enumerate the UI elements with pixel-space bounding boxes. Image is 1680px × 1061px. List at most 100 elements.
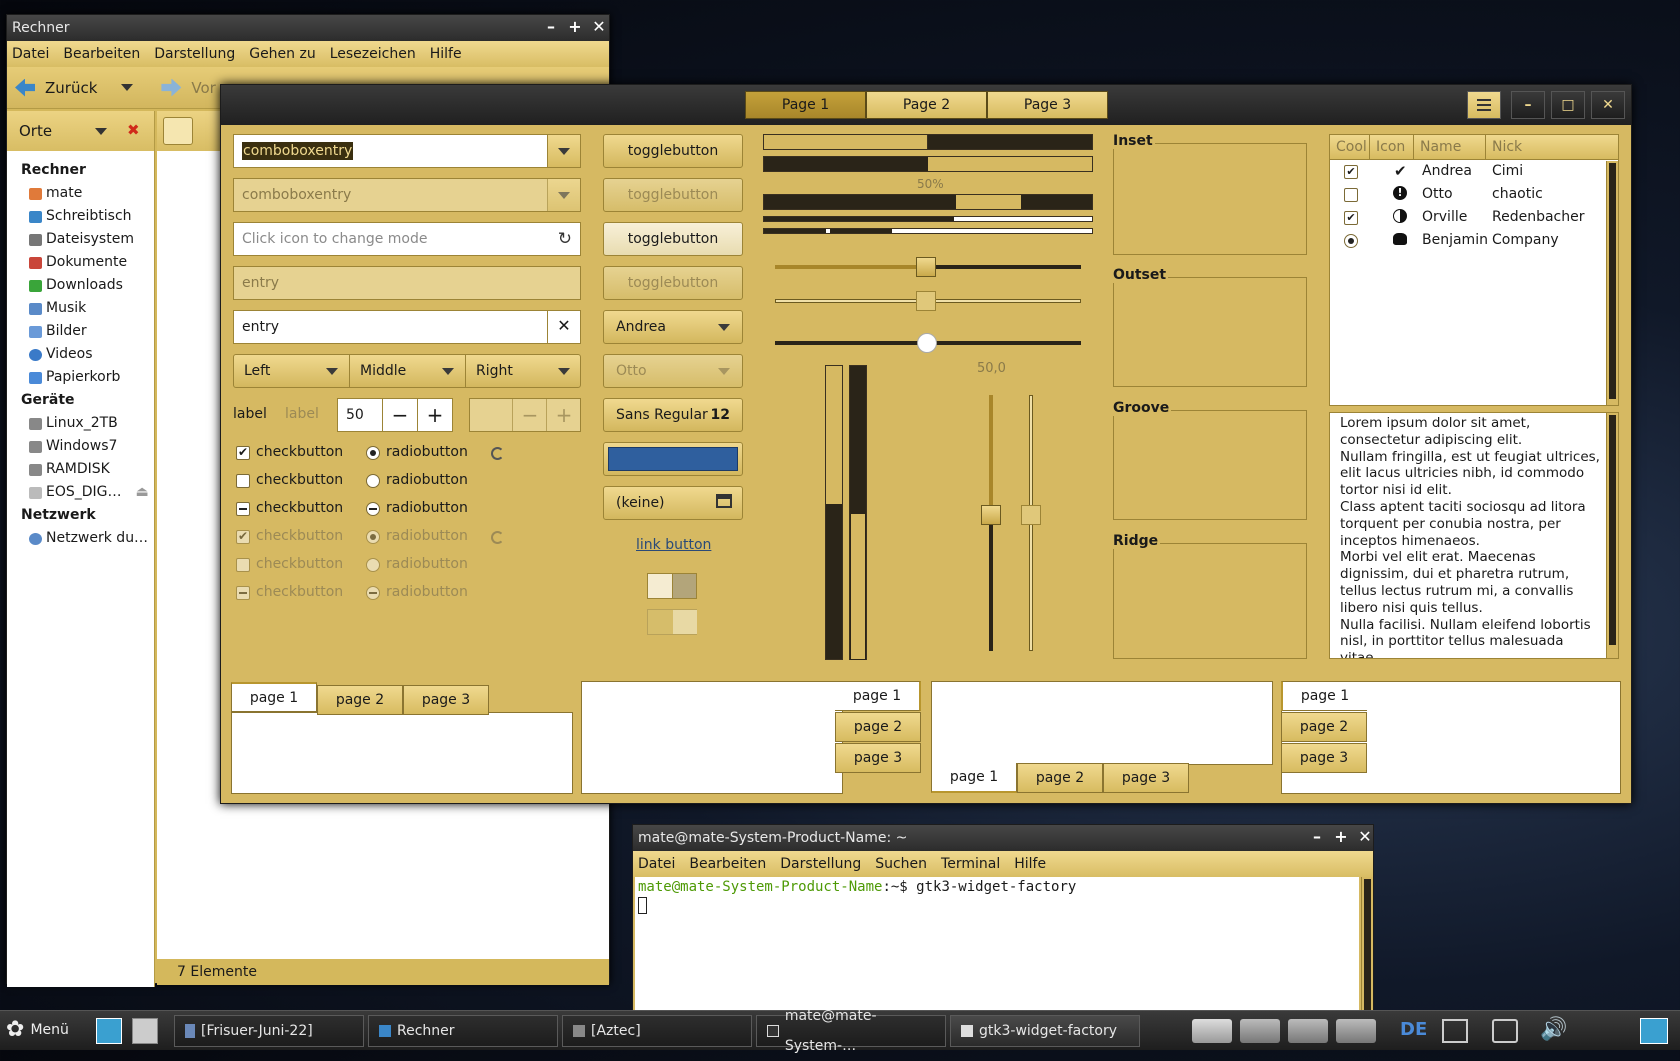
sidebar-item-ramdisk[interactable]: RAMDISK — [21, 458, 154, 481]
text-scrollbar[interactable] — [1606, 413, 1618, 658]
radio-mixed[interactable] — [366, 502, 380, 516]
menu-darstellung[interactable]: Darstellung — [780, 856, 861, 872]
tab-page3[interactable]: page 3 — [835, 743, 921, 773]
menu-gehen-zu[interactable]: Gehen zu — [249, 46, 316, 62]
tab-page3[interactable]: page 3 — [403, 685, 489, 715]
checkbutton-label[interactable]: checkbutton — [256, 500, 343, 516]
sidebar-item-papierkorb[interactable]: Papierkorb — [21, 366, 154, 389]
close-icon[interactable]: ✕ — [591, 19, 607, 36]
fm-titlebar[interactable]: Rechner – + ✕ — [7, 15, 609, 41]
hamburger-menu-icon[interactable] — [1467, 91, 1501, 119]
maximize-icon[interactable]: □ — [1551, 91, 1585, 119]
tab-page2[interactable]: page 2 — [1017, 763, 1103, 793]
tab-page1[interactable]: page 1 — [931, 763, 1017, 793]
col-header-cool[interactable]: Cool — [1330, 135, 1370, 159]
stack-tab-page1[interactable]: Page 1 — [745, 91, 866, 119]
row-radio[interactable] — [1344, 234, 1358, 248]
sidebar-item-netzwerk[interactable]: Netzwerk du… — [21, 527, 154, 550]
maximize-icon[interactable]: + — [567, 19, 583, 36]
link-button[interactable]: link button — [636, 537, 711, 553]
tab-page2[interactable]: page 2 — [835, 712, 921, 742]
sidebar-item-schreibtisch[interactable]: Schreibtisch — [21, 205, 154, 228]
checkbox-checked[interactable]: ✔ — [236, 446, 250, 460]
menu-terminal[interactable]: Terminal — [941, 856, 1000, 872]
menu-hilfe[interactable]: Hilfe — [430, 46, 462, 62]
togglebutton-1[interactable]: togglebutton — [603, 134, 743, 168]
show-desktop-icon[interactable] — [96, 1018, 122, 1044]
menu-bearbeiten[interactable]: Bearbeiten — [63, 46, 140, 62]
stack-tab-page2[interactable]: Page 2 — [866, 91, 987, 119]
col-header-icon[interactable]: Icon — [1370, 135, 1414, 159]
row-checkbox[interactable]: ✔ — [1344, 165, 1358, 179]
task-widget-factory[interactable]: gtk3-widget-factory — [950, 1015, 1140, 1047]
drive-icon[interactable] — [1336, 1019, 1376, 1043]
sidebar-item-downloads[interactable]: Downloads — [21, 274, 154, 297]
sidebar-item-eos-dig[interactable]: EOS_DIG… ⏏ — [21, 481, 154, 504]
terminal-scrollbar[interactable] — [1361, 877, 1373, 1015]
menu-lesezeichen[interactable]: Lesezeichen — [330, 46, 416, 62]
task-frisuer[interactable]: [Frisuer-Juni-22] — [174, 1015, 364, 1047]
terminal-titlebar[interactable]: mate@mate-System-Product-Name: ~ – + ✕ — [633, 825, 1373, 851]
tab-page1[interactable]: page 1 — [1281, 681, 1367, 711]
back-history-icon[interactable] — [121, 84, 134, 91]
hscale-1-handle[interactable] — [916, 257, 936, 277]
menu-darstellung[interactable]: Darstellung — [154, 46, 235, 62]
minimize-icon[interactable]: – — [543, 19, 559, 36]
radio-unselected[interactable] — [366, 474, 380, 488]
text-view[interactable]: Lorem ipsum dolor sit amet, consectetur … — [1329, 412, 1619, 659]
sidebar-item-dokumente[interactable]: Dokumente — [21, 251, 154, 274]
table-row[interactable]: ✔ ✔ Andrea Cimi — [1330, 160, 1602, 183]
comboboxentry-input[interactable]: comboboxentry — [233, 134, 581, 168]
tab-page3[interactable]: page 3 — [1281, 743, 1367, 773]
switch-on[interactable] — [647, 573, 697, 599]
email-clock-icon[interactable] — [132, 1018, 158, 1044]
minimize-icon[interactable]: – — [1309, 829, 1325, 846]
places-dropdown-icon[interactable] — [95, 128, 107, 135]
radiobutton-label[interactable]: radiobutton — [386, 500, 468, 516]
font-button[interactable]: Sans Regular 12 — [603, 398, 743, 432]
menu-bearbeiten[interactable]: Bearbeiten — [689, 856, 766, 872]
menu-hilfe[interactable]: Hilfe — [1014, 856, 1046, 872]
workspace-switcher-icon[interactable] — [1640, 1018, 1668, 1044]
close-icon[interactable]: ✕ — [1591, 91, 1625, 119]
menu-datei[interactable]: Datei — [12, 46, 49, 62]
spin-button[interactable]: 50 − + — [337, 398, 453, 432]
mode-entry[interactable]: Click icon to change mode ↻ — [233, 222, 581, 256]
color-button[interactable] — [603, 442, 743, 476]
task-terminal[interactable]: mate@mate-System-… — [756, 1008, 946, 1054]
stack-tab-page3[interactable]: Page 3 — [987, 91, 1108, 119]
col-header-name[interactable]: Name — [1414, 135, 1486, 159]
wf-headerbar[interactable]: Page 1 Page 2 Page 3 – □ ✕ — [221, 85, 1631, 125]
sidebar-item-videos[interactable]: Videos — [21, 343, 154, 366]
hscale-3-handle[interactable] — [917, 333, 937, 353]
combo-dropdown-button[interactable] — [547, 135, 580, 167]
menu-datei[interactable]: Datei — [638, 856, 675, 872]
terminal-output[interactable]: mate@mate-System-Product-Name:~$ gtk3-wi… — [635, 877, 1359, 1015]
sidebar-item-windows7[interactable]: Windows7 — [21, 435, 154, 458]
clear-icon[interactable]: ✕ — [547, 311, 580, 343]
volume-icon[interactable]: 🔊 — [1540, 1017, 1567, 1042]
radio-selected[interactable] — [366, 446, 380, 460]
maximize-icon[interactable]: + — [1333, 829, 1349, 846]
tab-page2[interactable]: page 2 — [1281, 712, 1367, 742]
row-checkbox[interactable]: ✔ — [1344, 211, 1358, 225]
drive-icon[interactable] — [1240, 1019, 1280, 1043]
back-arrow-icon[interactable] — [15, 78, 35, 97]
task-rechner[interactable]: Rechner — [368, 1015, 558, 1047]
tab-page3[interactable]: page 3 — [1103, 763, 1189, 793]
sidebar-item-dateisystem[interactable]: Dateisystem — [21, 228, 154, 251]
keyboard-layout[interactable]: DE — [1400, 1019, 1427, 1040]
menu-suchen[interactable]: Suchen — [875, 856, 927, 872]
checkbutton-label[interactable]: checkbutton — [256, 444, 343, 460]
back-button[interactable]: Zurück — [45, 79, 97, 97]
vscale-1-handle[interactable] — [981, 505, 1001, 525]
sidebar-item-bilder[interactable]: Bilder — [21, 320, 154, 343]
refresh-icon[interactable]: ↻ — [558, 223, 572, 255]
table-row[interactable]: ! Otto chaotic — [1330, 183, 1602, 206]
close-sidebar-icon[interactable]: ✖ — [127, 121, 140, 139]
sidebar-item-mate[interactable]: mate — [21, 182, 154, 205]
tree-view[interactable]: Cool Icon Name Nick ✔ ✔ Andrea Cimi ! Ot… — [1329, 134, 1619, 406]
forward-button[interactable]: Vor — [191, 79, 215, 97]
table-row[interactable]: ✔ Orville Redenbacher — [1330, 206, 1602, 229]
tab-page2[interactable]: page 2 — [317, 685, 403, 715]
